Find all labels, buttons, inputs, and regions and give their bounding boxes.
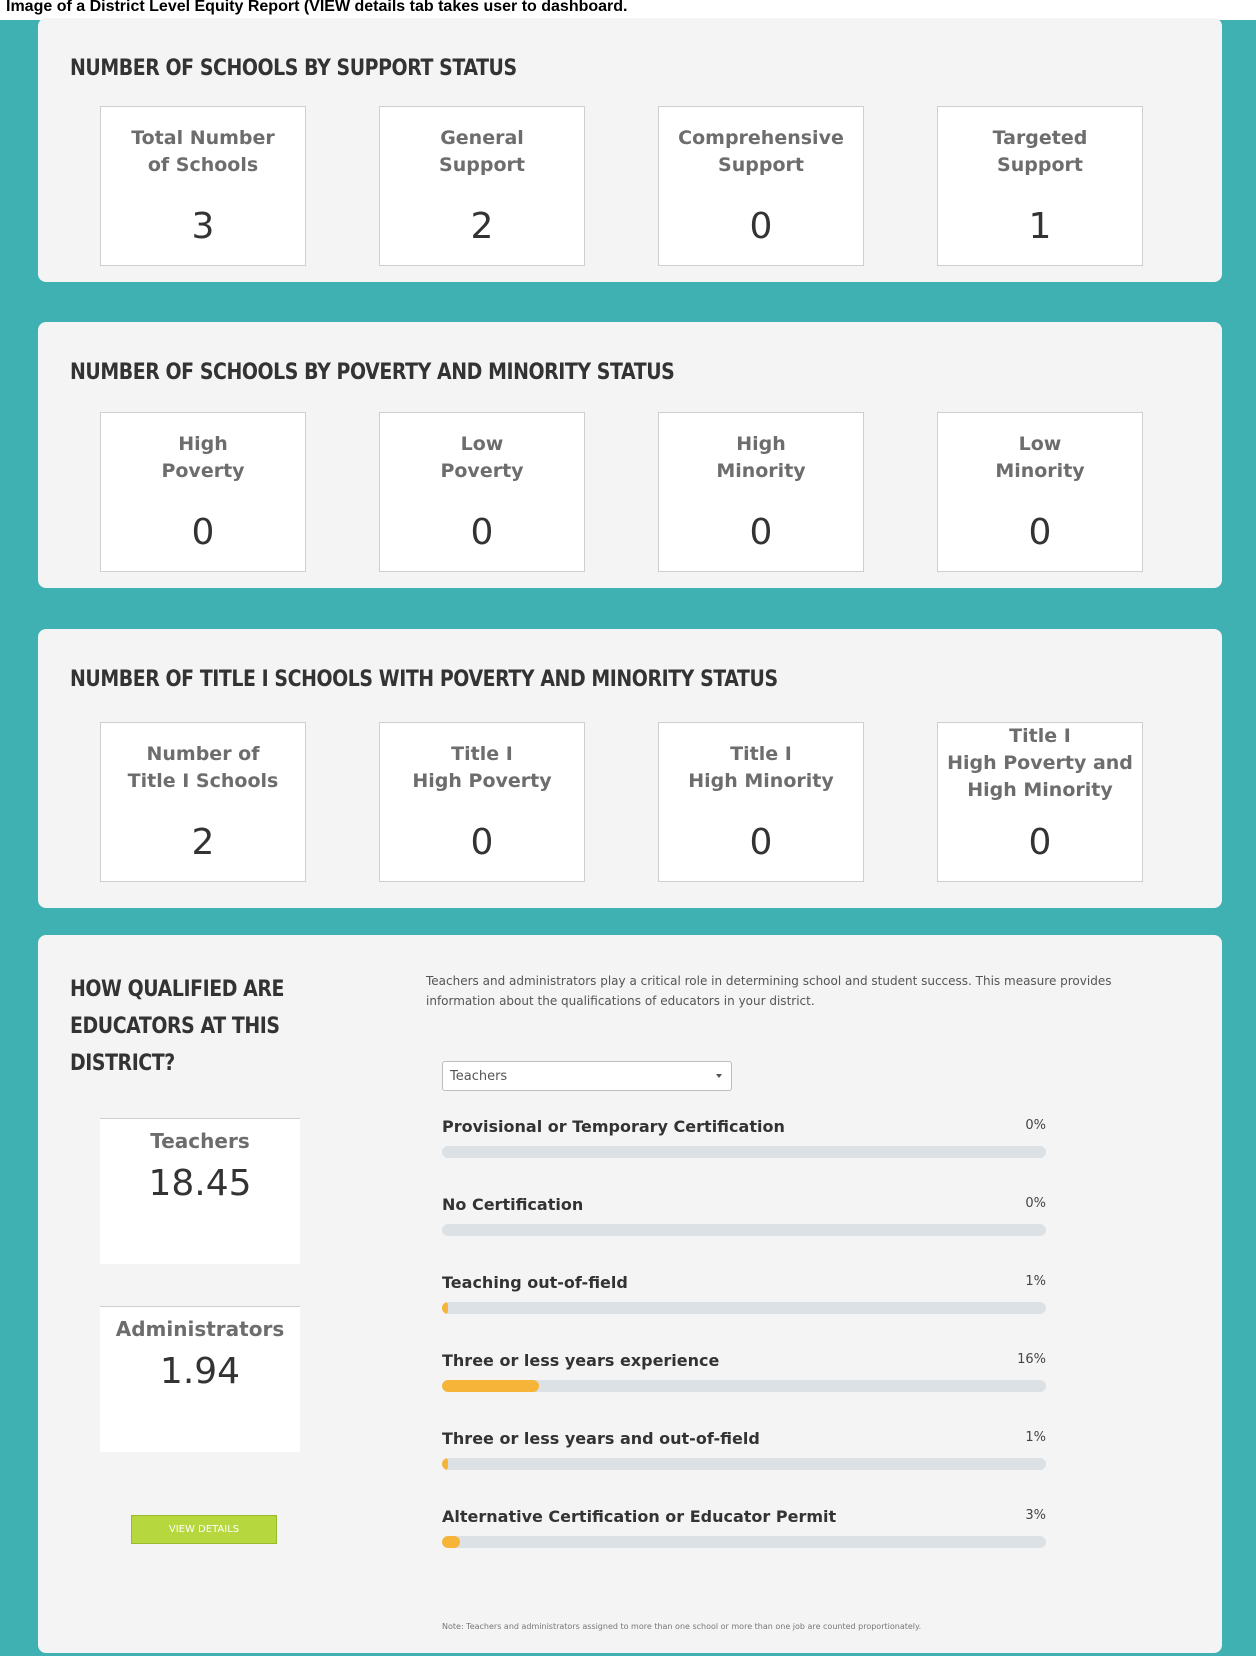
progress-track (442, 1302, 1046, 1314)
stat-value: 0 (191, 512, 215, 553)
stat-box-title-one-high-minority: Title I High Minority 0 (658, 722, 864, 882)
metric-three-years-experience: Three or less years experience 16% (442, 1351, 1046, 1401)
teachers-value: 18.45 (148, 1163, 252, 1204)
progress-track (442, 1458, 1046, 1470)
poverty-minority-title: NUMBER OF SCHOOLS BY POVERTY AND MINORIT… (70, 360, 675, 385)
educator-type-selected: Teachers (450, 1069, 508, 1084)
title-one-panel: NUMBER OF TITLE I SCHOOLS WITH POVERTY A… (38, 629, 1222, 908)
stat-label: Comprehensive Support (678, 127, 844, 176)
metric-three-years-out-of-field: Three or less years and out-of-field 1% (442, 1429, 1046, 1479)
educator-qualifications-panel: HOW QUALIFIED ARE EDUCATORS AT THIS DIST… (38, 935, 1222, 1653)
progress-track (442, 1224, 1046, 1236)
metric-label: Three or less years and out-of-field (442, 1429, 760, 1448)
stat-label: Targeted Support (992, 127, 1088, 176)
stat-box-title-one-high-poverty-minority: Title I High Poverty and High Minority 0 (937, 722, 1143, 882)
metric-alternative-certification: Alternative Certification or Educator Pe… (442, 1507, 1046, 1557)
stat-value: 2 (191, 822, 215, 863)
support-status-panel: NUMBER OF SCHOOLS BY SUPPORT STATUS Tota… (38, 18, 1222, 282)
progress-track (442, 1380, 1046, 1392)
stat-box-title-one-schools: Number of Title I Schools 2 (100, 722, 306, 882)
stat-value: 0 (749, 512, 773, 553)
stat-label: Total Number of Schools (131, 127, 275, 176)
stat-label: Title I High Poverty and High Minority (947, 725, 1133, 801)
metric-label: Provisional or Temporary Certification (442, 1117, 785, 1136)
report-caption: Image of a District Level Equity Report … (0, 0, 1256, 20)
administrators-card: Administrators 1.94 (100, 1306, 300, 1452)
stat-value: 0 (470, 822, 494, 863)
metric-label: Three or less years experience (442, 1351, 720, 1370)
stat-label: Low Poverty (440, 433, 524, 482)
metric-percent: 0% (1025, 1196, 1046, 1211)
metric-percent: 1% (1025, 1430, 1046, 1445)
stat-value: 3 (191, 206, 215, 247)
stat-value: 0 (749, 822, 773, 863)
stat-box-total-schools: Total Number of Schools 3 (100, 106, 306, 266)
stat-value: 2 (470, 206, 494, 247)
title-one-title: NUMBER OF TITLE I SCHOOLS WITH POVERTY A… (70, 667, 778, 692)
stat-value: 0 (1028, 822, 1052, 863)
metric-out-of-field: Teaching out-of-field 1% (442, 1273, 1046, 1323)
stat-box-targeted-support: Targeted Support 1 (937, 106, 1143, 266)
metric-label: No Certification (442, 1195, 584, 1214)
stat-label: High Poverty (161, 433, 245, 482)
progress-fill (442, 1458, 449, 1470)
educator-type-select[interactable]: Teachers (442, 1061, 732, 1091)
educator-intro-text: Teachers and administrators play a criti… (426, 974, 1112, 1008)
stat-box-low-minority: Low Minority 0 (937, 412, 1143, 572)
metric-label: Alternative Certification or Educator Pe… (442, 1507, 837, 1526)
progress-track (442, 1146, 1046, 1158)
stat-label: Number of Title I Schools (127, 743, 279, 792)
stat-label: Title I High Minority (688, 743, 834, 792)
metric-label: Teaching out-of-field (442, 1273, 628, 1292)
support-status-title: NUMBER OF SCHOOLS BY SUPPORT STATUS (70, 56, 517, 81)
metric-provisional-certification: Provisional or Temporary Certification 0… (442, 1117, 1046, 1167)
stat-box-high-minority: High Minority 0 (658, 412, 864, 572)
metric-percent: 1% (1025, 1274, 1046, 1289)
chevron-down-icon (716, 1074, 722, 1078)
stat-box-comprehensive-support: Comprehensive Support 0 (658, 106, 864, 266)
progress-fill (442, 1302, 449, 1314)
educator-qualifications-title: HOW QUALIFIED ARE EDUCATORS AT THIS DIST… (70, 977, 284, 1076)
stat-box-low-poverty: Low Poverty 0 (379, 412, 585, 572)
stat-value: 0 (749, 206, 773, 247)
stat-box-general-support: General Support 2 (379, 106, 585, 266)
administrators-label: Administrators (115, 1317, 285, 1341)
stat-label: General Support (439, 127, 525, 176)
progress-track (442, 1536, 1046, 1548)
stat-label: Title I High Poverty (412, 743, 552, 792)
metric-percent: 3% (1025, 1508, 1046, 1523)
view-details-button[interactable]: VIEW DETAILS (131, 1515, 277, 1544)
stat-box-title-one-high-poverty: Title I High Poverty 0 (379, 722, 585, 882)
metric-percent: 0% (1025, 1118, 1046, 1133)
stat-box-high-poverty: High Poverty 0 (100, 412, 306, 572)
stat-label: High Minority (716, 433, 806, 482)
progress-fill (442, 1536, 461, 1548)
stat-value: 0 (470, 512, 494, 553)
teachers-label: Teachers (150, 1129, 250, 1153)
stat-label: Low Minority (995, 433, 1085, 482)
administrators-value: 1.94 (159, 1351, 241, 1392)
stat-value: 0 (1028, 512, 1052, 553)
progress-fill (442, 1380, 539, 1392)
teachers-card: Teachers 18.45 (100, 1118, 300, 1264)
poverty-minority-panel: NUMBER OF SCHOOLS BY POVERTY AND MINORIT… (38, 322, 1222, 588)
metric-percent: 16% (1017, 1352, 1046, 1367)
stat-value: 1 (1028, 206, 1052, 247)
footnote: Note: Teachers and administrators assign… (442, 1622, 922, 1631)
metric-no-certification: No Certification 0% (442, 1195, 1046, 1245)
